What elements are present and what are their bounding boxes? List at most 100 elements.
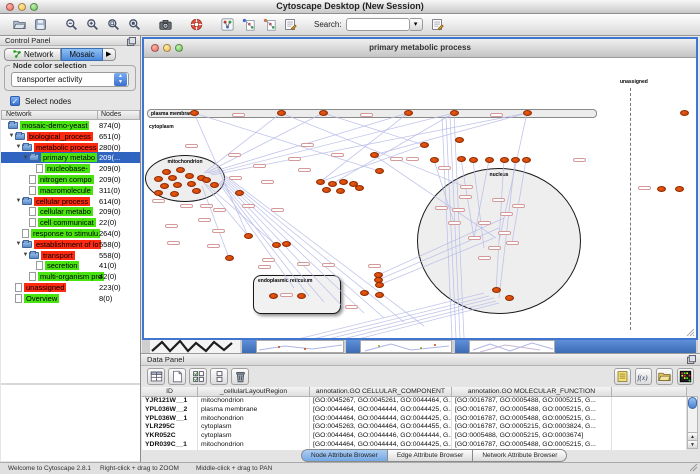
- network-node[interactable]: [297, 293, 306, 299]
- snapshot-camera-button[interactable]: [156, 16, 174, 34]
- background-window-titlebar[interactable]: [346, 340, 360, 353]
- network-node[interactable]: [190, 110, 199, 116]
- network-node[interactable]: [154, 176, 163, 182]
- network-node[interactable]: [511, 157, 520, 163]
- background-window-titlebar[interactable]: [455, 340, 469, 353]
- import-network-button[interactable]: [239, 16, 257, 34]
- network-node[interactable]: [420, 142, 429, 148]
- tab-network-attribute-browser[interactable]: Network Attribute Browser: [473, 449, 567, 462]
- network-node[interactable]: [336, 188, 345, 194]
- network-node[interactable]: [282, 241, 291, 247]
- network-node[interactable]: [339, 179, 348, 185]
- network-node[interactable]: [173, 182, 182, 188]
- tree-row-macromolecule[interactable]: macromolecule311(0): [1, 185, 140, 196]
- expand-arrow-icon[interactable]: ▼: [15, 144, 22, 150]
- network-node[interactable]: [328, 181, 337, 187]
- table-scrollbar[interactable]: ▲ ▼: [687, 396, 698, 449]
- tree-row-nitrogen-compo[interactable]: nitrogen compo209(0): [1, 174, 140, 185]
- tree-row-nucleobase-[interactable]: nucleobase-209(0): [1, 163, 140, 174]
- network-node[interactable]: [500, 157, 509, 163]
- tree-row-response-to-stimulu[interactable]: response to stimulu264(0): [1, 228, 140, 239]
- background-window-titlebar[interactable]: [242, 340, 256, 353]
- search-dropdown-arrow[interactable]: ▾: [410, 18, 423, 31]
- network-node[interactable]: [430, 157, 439, 163]
- network-node[interactable]: [187, 181, 196, 187]
- network-node[interactable]: [485, 157, 494, 163]
- tab-edge-attribute-browser[interactable]: Edge Attribute Browser: [388, 449, 473, 462]
- background-window-titlebar[interactable]: [555, 340, 696, 353]
- network-node[interactable]: [450, 110, 459, 116]
- import-attributes-file-button[interactable]: [656, 368, 673, 385]
- tab-node-attribute-browser[interactable]: Node Attribute Browser: [301, 449, 388, 462]
- expand-arrow-icon[interactable]: ▼: [15, 241, 22, 247]
- window-resize-grip-icon[interactable]: [689, 463, 698, 472]
- network-edges[interactable]: [144, 58, 696, 338]
- scroll-down-arrow[interactable]: ▼: [688, 440, 697, 448]
- tree-row-unassigned[interactable]: unassigned223(0): [1, 282, 140, 293]
- network-node[interactable]: [235, 190, 244, 196]
- network-node[interactable]: [457, 156, 466, 162]
- network-node[interactable]: [469, 157, 478, 163]
- tree-row-mosaic-demo-yeast[interactable]: mosaic-demo-yeast874(0): [1, 120, 140, 131]
- column-header-annotation.GO MOLECULAR_FUNCTION[interactable]: annotation.GO MOLECULAR_FUNCTION: [452, 387, 612, 397]
- table-row-YPL036W__1[interactable]: YPL036W__1mitochondrion[GO:0044464, GO:0…: [142, 415, 687, 424]
- table-row-YLR295C[interactable]: YLR295Ccytoplasm[GO:0045263, GO:0044464,…: [142, 423, 687, 432]
- table-row-YKR052C[interactable]: YKR052Ccytoplasm[GO:0044464, GO:0044446,…: [142, 432, 687, 441]
- network-node[interactable]: [277, 110, 286, 116]
- network-node[interactable]: [375, 282, 384, 288]
- tree-row-metabolic-process[interactable]: ▼metabolic process280(0): [1, 142, 140, 153]
- search-input[interactable]: [346, 18, 410, 31]
- float-panel-icon[interactable]: [687, 355, 696, 366]
- network-node[interactable]: [168, 175, 177, 181]
- network-node[interactable]: [316, 179, 325, 185]
- zoom-in-button[interactable]: [83, 16, 101, 34]
- float-panel-icon[interactable]: [127, 37, 136, 48]
- show-table-button[interactable]: [147, 368, 165, 385]
- select-nodes-checkbox[interactable]: ✓: [10, 96, 20, 106]
- column-header-_cellularLayoutRegion[interactable]: _cellularLayoutRegion: [198, 387, 310, 397]
- network-node[interactable]: [680, 110, 689, 116]
- network-node[interactable]: [154, 190, 163, 196]
- configure-search-button[interactable]: [429, 16, 447, 34]
- column-header-annotation.GO CELLULAR_COMPONENT[interactable]: annotation.GO CELLULAR_COMPONENT: [310, 387, 452, 397]
- network-node[interactable]: [675, 186, 684, 192]
- network-node[interactable]: [185, 173, 194, 179]
- expand-arrow-icon[interactable]: ▼: [15, 198, 22, 204]
- tree-row-cellular-process[interactable]: ▼cellular process614(0): [1, 196, 140, 207]
- network-node[interactable]: [355, 185, 364, 191]
- notes-button[interactable]: [614, 368, 631, 385]
- function-builder-button[interactable]: f(x): [635, 368, 652, 385]
- network-node[interactable]: [505, 295, 514, 301]
- tree-row-transport[interactable]: ▼transport558(0): [1, 250, 140, 261]
- network-node[interactable]: [272, 242, 281, 248]
- open-file-button[interactable]: [10, 16, 28, 34]
- tree-row-multi-organism-pro[interactable]: multi-organism pro42(0): [1, 271, 140, 282]
- delete-attribute-button[interactable]: [231, 368, 249, 385]
- network-node[interactable]: [319, 110, 328, 116]
- network-node[interactable]: [322, 187, 331, 193]
- background-window-preview[interactable]: [469, 340, 555, 353]
- network-node[interactable]: [170, 191, 179, 197]
- table-row-YPL036W__2[interactable]: YPL036W__2plasma membrane[GO:0044464, GO…: [142, 406, 687, 415]
- tree-row-cell-communicat[interactable]: cell communicat22(0): [1, 217, 140, 228]
- column-header-ID[interactable]: ID: [142, 387, 198, 397]
- matrix-view-button[interactable]: [677, 368, 694, 385]
- background-window-preview[interactable]: [150, 340, 240, 353]
- network-node[interactable]: [160, 183, 169, 189]
- select-attributes-button[interactable]: [189, 368, 207, 385]
- table-row-YJR121W__1[interactable]: YJR121W__1mitochondrion[GO:0045267, GO:0…: [142, 397, 687, 406]
- tab-mosaic[interactable]: Mosaic: [61, 48, 102, 61]
- tab-network[interactable]: Network: [4, 48, 61, 61]
- tree-row-establishment-of-lo[interactable]: ▼establishment of lo558(0): [1, 239, 140, 250]
- save-session-button[interactable]: [31, 16, 49, 34]
- expand-arrow-icon[interactable]: ▼: [22, 155, 29, 161]
- new-attribute-button[interactable]: [168, 368, 186, 385]
- tree-row-cellular-metabo[interactable]: cellular metabo209(0): [1, 206, 140, 217]
- network-node[interactable]: [522, 157, 531, 163]
- network-node[interactable]: [375, 292, 384, 298]
- tree-row-overview[interactable]: Overview8(0): [1, 293, 140, 304]
- help-lifering-button[interactable]: [187, 16, 205, 34]
- tree-row-biological-process[interactable]: ▼biological_process651(0): [1, 131, 140, 142]
- network-node[interactable]: [269, 293, 278, 299]
- network-node[interactable]: [360, 290, 369, 296]
